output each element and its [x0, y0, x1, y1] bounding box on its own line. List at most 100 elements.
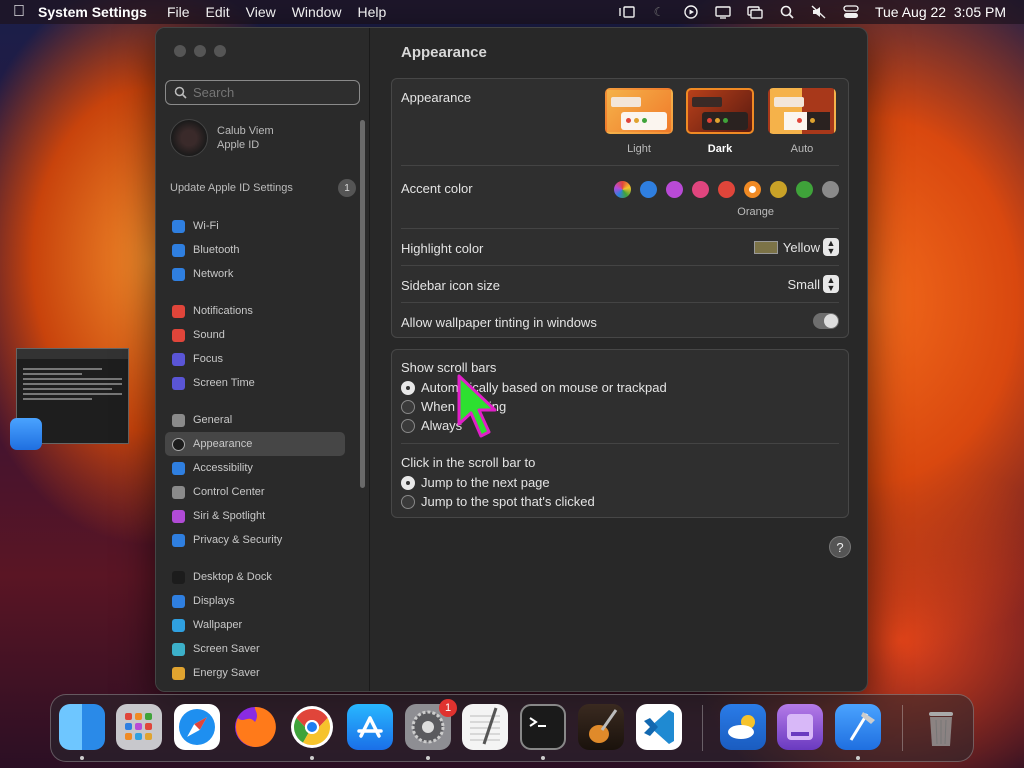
minimize-button[interactable]	[194, 45, 206, 57]
sidebar-item-label: Displays	[193, 595, 235, 607]
sidebar-item-general[interactable]: General	[165, 408, 345, 432]
accent-swatch[interactable]	[822, 181, 839, 198]
running-indicator	[541, 756, 545, 760]
sidebar-item-appearance[interactable]: Appearance	[165, 432, 345, 456]
theme-auto[interactable]: Auto	[766, 88, 838, 155]
theme-light[interactable]: Light	[603, 88, 675, 155]
menu-edit[interactable]: Edit	[206, 4, 230, 20]
sidebar-item-label: Control Center	[193, 486, 265, 498]
sidebar-item-wi-fi[interactable]: Wi-Fi	[165, 214, 345, 238]
radio-jump-to-spot[interactable]: Jump to the spot that's clicked	[401, 492, 839, 511]
highlight-color-value: Yellow	[782, 239, 820, 255]
garageband-app-icon[interactable]	[578, 704, 624, 750]
terminal-app-icon[interactable]	[520, 704, 566, 750]
running-indicator	[856, 756, 860, 760]
accent-swatch[interactable]	[666, 181, 683, 198]
sidebar-icon-size-popup[interactable]: Small ▲ ▼	[787, 275, 839, 293]
sidebar-item-icon	[172, 352, 185, 366]
radio-button	[401, 418, 415, 433]
system-settings-window: Calub Viem Apple ID Update Apple ID Sett…	[155, 27, 868, 692]
textedit-app-icon[interactable]	[462, 704, 508, 750]
sidebar-item-bluetooth[interactable]: Bluetooth	[165, 238, 345, 262]
chevron-updown-icon: ▲ ▼	[823, 275, 839, 293]
search-icon	[174, 86, 187, 99]
sidebar-item-notifications[interactable]: Notifications	[165, 299, 345, 323]
highlight-color-popup[interactable]: Yellow ▲ ▼	[753, 238, 839, 256]
xcode-app-icon[interactable]	[835, 704, 881, 750]
control-center-icon[interactable]	[843, 5, 859, 19]
sound-muted-icon[interactable]	[811, 5, 827, 19]
menu-help[interactable]: Help	[358, 4, 387, 20]
menu-window[interactable]: Window	[292, 4, 342, 20]
theme-light-label: Light	[627, 143, 651, 155]
finder-app-icon[interactable]	[59, 704, 105, 750]
sidebar-item-control-center[interactable]: Control Center	[165, 480, 345, 504]
sidebar-item-label: Wallpaper	[193, 619, 243, 631]
divider	[401, 302, 839, 303]
app-menu[interactable]: System Settings	[38, 4, 147, 20]
running-indicator	[426, 756, 430, 760]
sidebar-item-privacy-security[interactable]: Privacy & Security	[165, 528, 345, 552]
sidebar-scrollbar[interactable]	[360, 120, 365, 488]
update-apple-id-item[interactable]: Update Apple ID Settings 1	[170, 179, 356, 197]
safari-app-icon[interactable]	[174, 704, 220, 750]
sidebar-item-screen-time[interactable]: Screen Time	[165, 371, 345, 395]
accent-swatch[interactable]	[614, 181, 631, 198]
help-button[interactable]: ?	[829, 536, 851, 558]
sidebar-item-icon	[172, 485, 185, 499]
wallpaper-tinting-row: Allow wallpaper tinting in windows	[401, 313, 839, 330]
sidebar-item-label: Screen Time	[193, 377, 255, 389]
sidebar-item-siri-spotlight[interactable]: Siri & Spotlight	[165, 504, 345, 528]
xcode-app-icon[interactable]	[10, 418, 42, 450]
sidebar-item-network[interactable]: Network	[165, 262, 345, 286]
sidebar-item-screen-saver[interactable]: Screen Saver	[165, 637, 345, 661]
trash-icon[interactable]	[918, 704, 964, 750]
radio-jump-next-page[interactable]: Jump to the next page	[401, 473, 839, 492]
sidebar-item-displays[interactable]: Displays	[165, 589, 345, 613]
menu-clock[interactable]: Tue Aug 22 3:05 PM	[875, 4, 1006, 20]
menu-file[interactable]: File	[167, 4, 190, 20]
firefox-app-icon[interactable]	[232, 704, 278, 750]
close-button[interactable]	[174, 45, 186, 57]
search-field[interactable]	[165, 80, 360, 105]
sidebar-item-wallpaper[interactable]: Wallpaper	[165, 613, 345, 637]
radio-label: Jump to the next page	[421, 475, 550, 490]
screen-mirroring-icon[interactable]	[747, 5, 763, 19]
sidebar-item-label: Screen Saver	[193, 643, 260, 655]
vscode-app-icon[interactable]	[636, 704, 682, 750]
display-icon[interactable]	[715, 5, 731, 19]
play-icon[interactable]	[683, 5, 699, 19]
accent-swatch[interactable]	[770, 181, 787, 198]
moon-icon[interactable]: ☾	[651, 5, 667, 19]
chrome-app-icon[interactable]	[289, 704, 335, 750]
search-input[interactable]	[193, 85, 353, 100]
sidebar-item-desktop-dock[interactable]: Desktop & Dock	[165, 565, 345, 589]
accent-selected-name: Orange	[737, 206, 774, 218]
apple-menu-icon[interactable]: 	[0, 3, 38, 21]
launchpad-app-icon[interactable]	[116, 704, 162, 750]
accent-swatch[interactable]	[796, 181, 813, 198]
sidebar-item-sound[interactable]: Sound	[165, 323, 345, 347]
sidebar-item-focus[interactable]: Focus	[165, 347, 345, 371]
apple-id-account[interactable]: Calub Viem Apple ID	[170, 119, 274, 157]
wallpaper-tinting-toggle[interactable]	[813, 313, 839, 329]
weather-app-icon[interactable]	[720, 704, 766, 750]
stage-manager-icon[interactable]	[619, 5, 635, 19]
sidebar-item-energy-saver[interactable]: Energy Saver	[165, 661, 345, 685]
menu-view[interactable]: View	[246, 4, 276, 20]
disk-utility-app-icon[interactable]	[777, 704, 823, 750]
sidebar-item-label: Notifications	[193, 305, 253, 317]
accent-swatch[interactable]	[640, 181, 657, 198]
theme-dark-thumbnail	[686, 88, 754, 134]
sidebar-item-accessibility[interactable]: Accessibility	[165, 456, 345, 480]
sidebar-item-icon	[172, 570, 185, 584]
accent-swatch[interactable]	[744, 181, 761, 198]
theme-dark[interactable]: Dark	[684, 88, 756, 155]
accent-swatch[interactable]	[718, 181, 735, 198]
accent-swatch[interactable]	[692, 181, 709, 198]
app-store-app-icon[interactable]	[347, 704, 393, 750]
highlight-color-row: Highlight color Yellow ▲ ▼	[401, 238, 839, 256]
mouse-cursor-icon	[457, 374, 497, 438]
zoom-button[interactable]	[214, 45, 226, 57]
search-icon[interactable]	[779, 5, 795, 19]
